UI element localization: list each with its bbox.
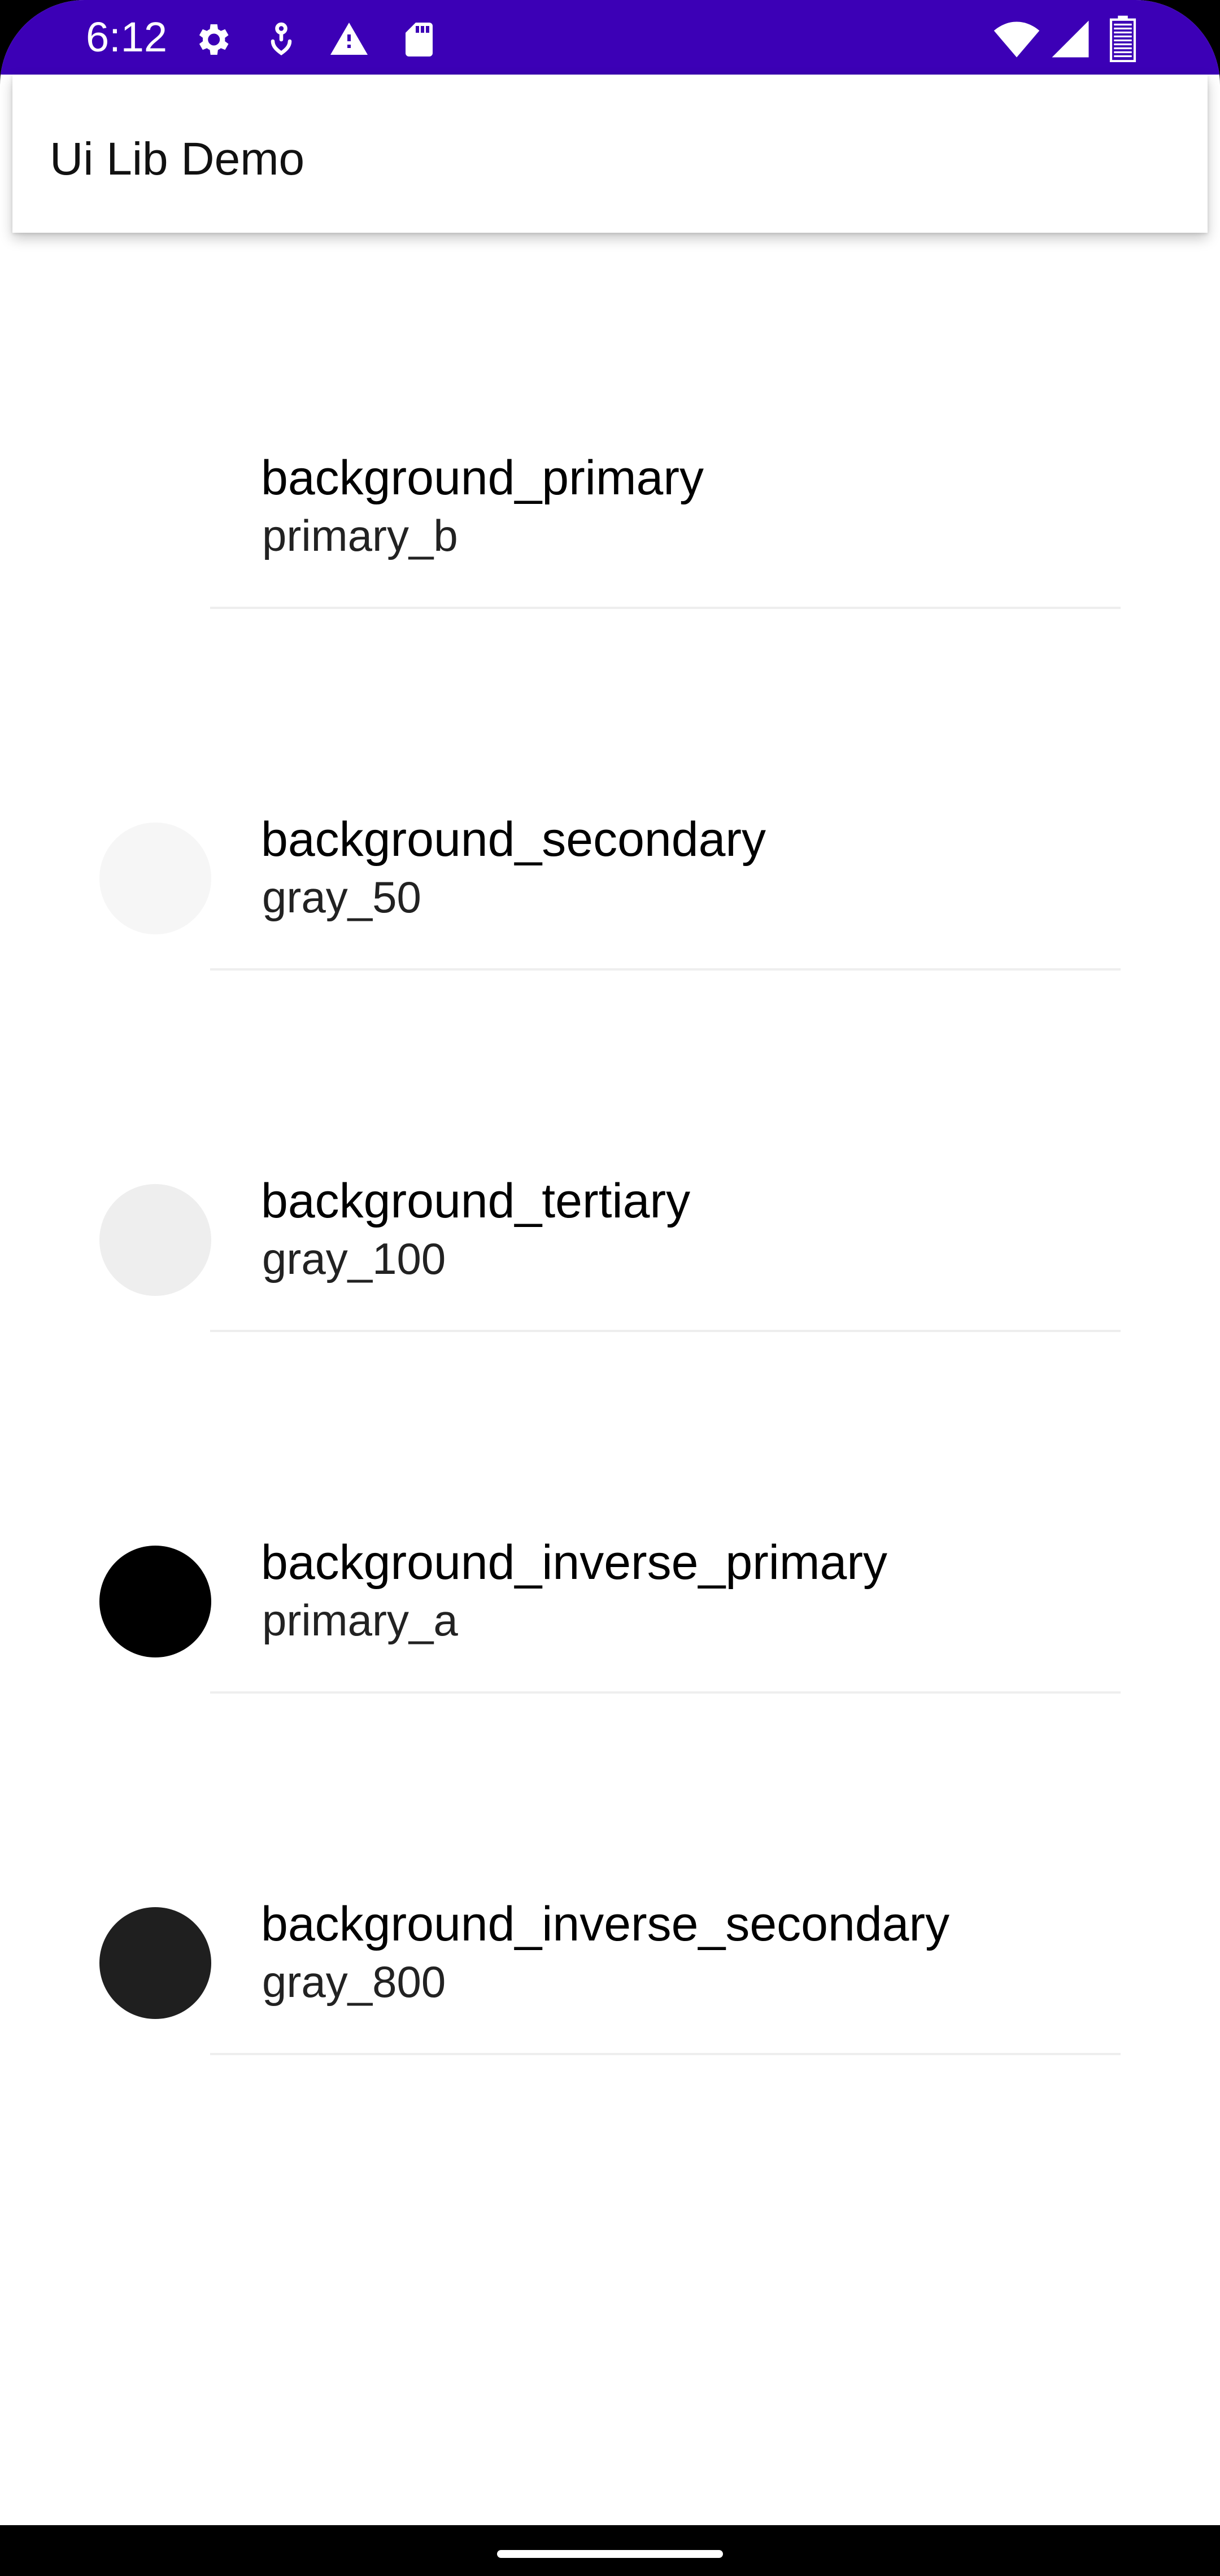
- item-title: background_tertiary: [261, 1174, 691, 1228]
- color-swatch: [99, 823, 211, 934]
- item-subtitle: gray_800: [262, 1957, 446, 2007]
- item-subtitle: gray_100: [262, 1234, 446, 1283]
- item-subtitle: primary_a: [262, 1595, 458, 1645]
- list-item-background-inverse-secondary[interactable]: background_inverse_secondary gray_800: [0, 1694, 1220, 2055]
- color-swatch: [99, 1184, 211, 1296]
- gear-icon: [192, 19, 233, 60]
- item-title: background_inverse_primary: [261, 1535, 888, 1590]
- sd-card-icon: [399, 19, 439, 60]
- color-swatch: [99, 1546, 211, 1657]
- status-bar: 6:12: [0, 0, 1220, 75]
- battery-icon: [1107, 15, 1139, 62]
- color-swatch: [99, 461, 211, 573]
- app-title: Ui Lib Demo: [50, 133, 305, 185]
- list-item-background-inverse-primary[interactable]: background_inverse_primary primary_a: [0, 1332, 1220, 1694]
- home-gesture-handle[interactable]: [497, 2550, 723, 2558]
- cell-signal-icon: [1048, 17, 1092, 61]
- status-time: 6:12: [86, 14, 168, 60]
- screen: 6:12 Ui Lib Demo background_primary prim…: [0, 0, 1220, 2576]
- navigation-bar: [0, 2525, 1220, 2576]
- usb-debug-icon: [261, 19, 302, 60]
- warning-icon: [329, 19, 369, 60]
- app-bar: Ui Lib Demo: [12, 75, 1208, 233]
- list-item-background-secondary[interactable]: background_secondary gray_50: [0, 609, 1220, 971]
- color-swatch: [99, 1907, 211, 2019]
- divider: [210, 2053, 1121, 2055]
- list-item-background-tertiary[interactable]: background_tertiary gray_100: [0, 971, 1220, 1332]
- list-item-background-primary[interactable]: background_primary primary_b: [0, 247, 1220, 609]
- item-subtitle: gray_50: [262, 872, 421, 922]
- item-subtitle: primary_b: [262, 511, 458, 560]
- item-title: background_secondary: [261, 812, 766, 867]
- item-title: background_inverse_secondary: [261, 1897, 950, 1951]
- wifi-icon: [993, 16, 1040, 63]
- item-title: background_primary: [261, 451, 704, 505]
